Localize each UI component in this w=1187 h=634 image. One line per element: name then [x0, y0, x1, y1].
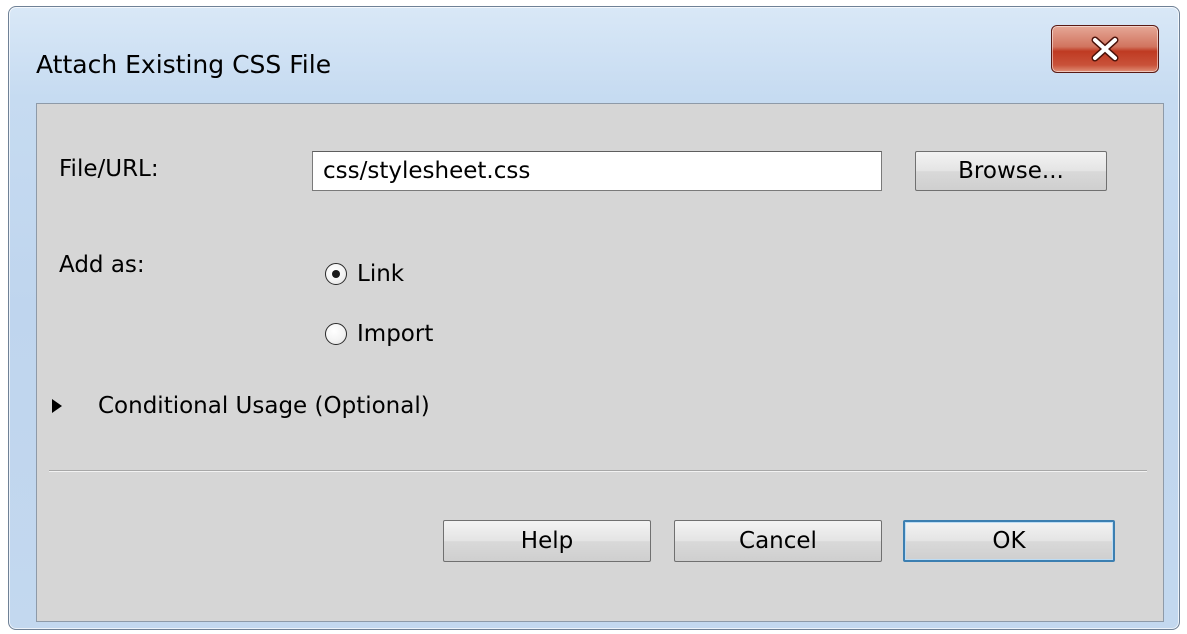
- close-button[interactable]: [1051, 25, 1159, 73]
- conditional-usage-toggle[interactable]: Conditional Usage (Optional): [52, 393, 430, 419]
- file-url-label: File/URL:: [59, 156, 159, 182]
- help-button[interactable]: Help: [443, 520, 651, 562]
- radio-button-unselected[interactable]: [325, 323, 347, 345]
- radio-link-label: Link: [357, 261, 405, 287]
- add-as-label: Add as:: [59, 252, 145, 278]
- dialog-title: Attach Existing CSS File: [36, 50, 332, 79]
- close-x-icon: [1091, 36, 1119, 62]
- ok-button[interactable]: OK: [903, 520, 1115, 562]
- file-url-input[interactable]: [312, 151, 882, 191]
- expand-triangle-icon[interactable]: [52, 399, 62, 413]
- radio-import-label: Import: [357, 321, 434, 347]
- cancel-button[interactable]: Cancel: [674, 520, 882, 562]
- divider: [49, 470, 1147, 472]
- dialog-content: File/URL: Browse... Add as: Link Import …: [36, 103, 1164, 622]
- conditional-usage-label: Conditional Usage (Optional): [98, 393, 430, 419]
- radio-import[interactable]: Import: [325, 321, 433, 347]
- radio-button-selected[interactable]: [325, 263, 347, 285]
- radio-link[interactable]: Link: [325, 261, 404, 287]
- browse-button[interactable]: Browse...: [915, 151, 1107, 191]
- dialog-window: Attach Existing CSS File File/URL: Brows…: [8, 6, 1180, 630]
